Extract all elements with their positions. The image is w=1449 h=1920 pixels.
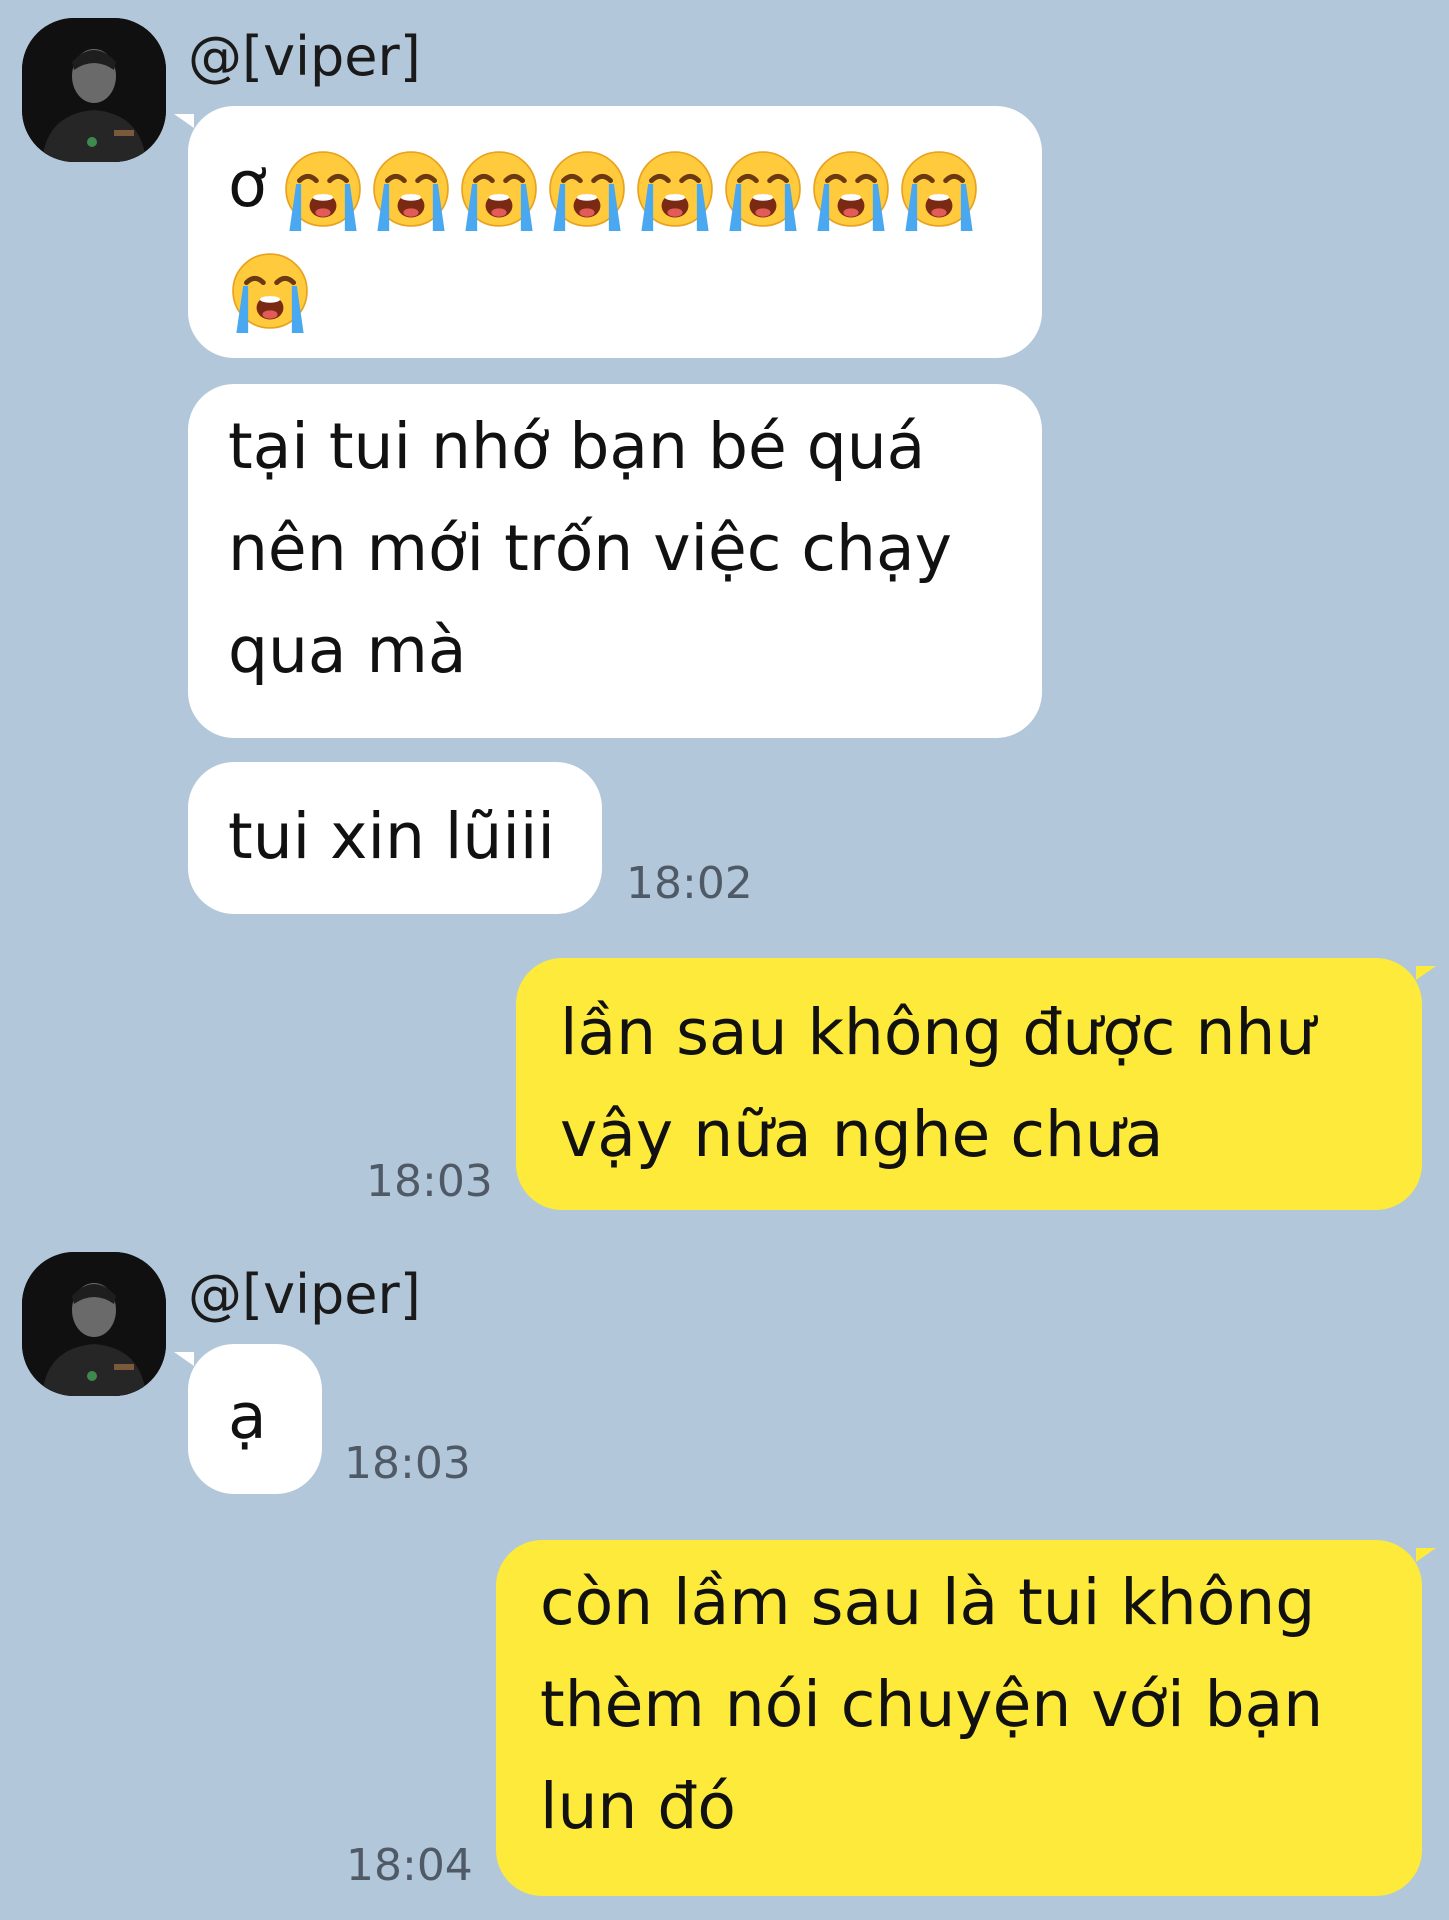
message-text: vậy nữa nghe chưa xyxy=(560,1098,1164,1171)
message-timestamp: 18:03 xyxy=(366,1156,493,1207)
message-bubble[interactable]: ạ xyxy=(174,1344,322,1494)
message-timestamp: 18:03 xyxy=(344,1438,471,1489)
message-bubble[interactable]: lần sau không được như vậy nữa nghe chưa xyxy=(516,958,1436,1210)
message-bubble[interactable]: tui xin lũiii xyxy=(188,762,602,914)
message-text: tui xin lũiii xyxy=(228,800,555,873)
message-text: ạ xyxy=(228,1380,267,1453)
loudly-crying-face-icon xyxy=(228,249,312,333)
sender-name: @[viper] xyxy=(188,1263,421,1326)
emoji-line-1: ơ xyxy=(228,134,1002,236)
message-text: qua mà xyxy=(228,614,467,687)
message-bubble[interactable]: tại tui nhớ bạn bé quá nên mới trốn việc… xyxy=(188,384,1042,738)
sender-avatar[interactable] xyxy=(22,18,166,162)
message-text: ơ xyxy=(228,148,267,221)
message-text: tại tui nhớ bạn bé quá xyxy=(228,410,926,483)
person-silhouette-icon xyxy=(22,1252,166,1396)
loudly-crying-face-icon xyxy=(809,147,893,231)
message-text: lần sau không được như xyxy=(560,996,1316,1069)
message-timestamp: 18:02 xyxy=(626,858,753,909)
message-text: thèm nói chuyện với bạn xyxy=(540,1668,1324,1741)
message-text: còn lầm sau là tui không xyxy=(540,1566,1316,1639)
loudly-crying-face-icon xyxy=(721,147,805,231)
emoji-line-2 xyxy=(228,236,1002,338)
person-silhouette-icon xyxy=(22,18,166,162)
message-timestamp: 18:04 xyxy=(346,1840,473,1891)
message-text: lun đó xyxy=(540,1770,736,1843)
message-bubble[interactable]: ơ xyxy=(174,106,1042,358)
loudly-crying-face-icon xyxy=(545,147,629,231)
loudly-crying-face-icon xyxy=(281,147,365,231)
loudly-crying-face-icon xyxy=(369,147,453,231)
sender-avatar[interactable] xyxy=(22,1252,166,1396)
loudly-crying-face-icon xyxy=(457,147,541,231)
sender-name: @[viper] xyxy=(188,25,421,88)
loudly-crying-face-icon xyxy=(897,147,981,231)
message-text: nên mới trốn việc chạy xyxy=(228,512,952,585)
message-bubble[interactable]: còn lầm sau là tui không thèm nói chuyện… xyxy=(496,1540,1436,1896)
loudly-crying-face-icon xyxy=(633,147,717,231)
